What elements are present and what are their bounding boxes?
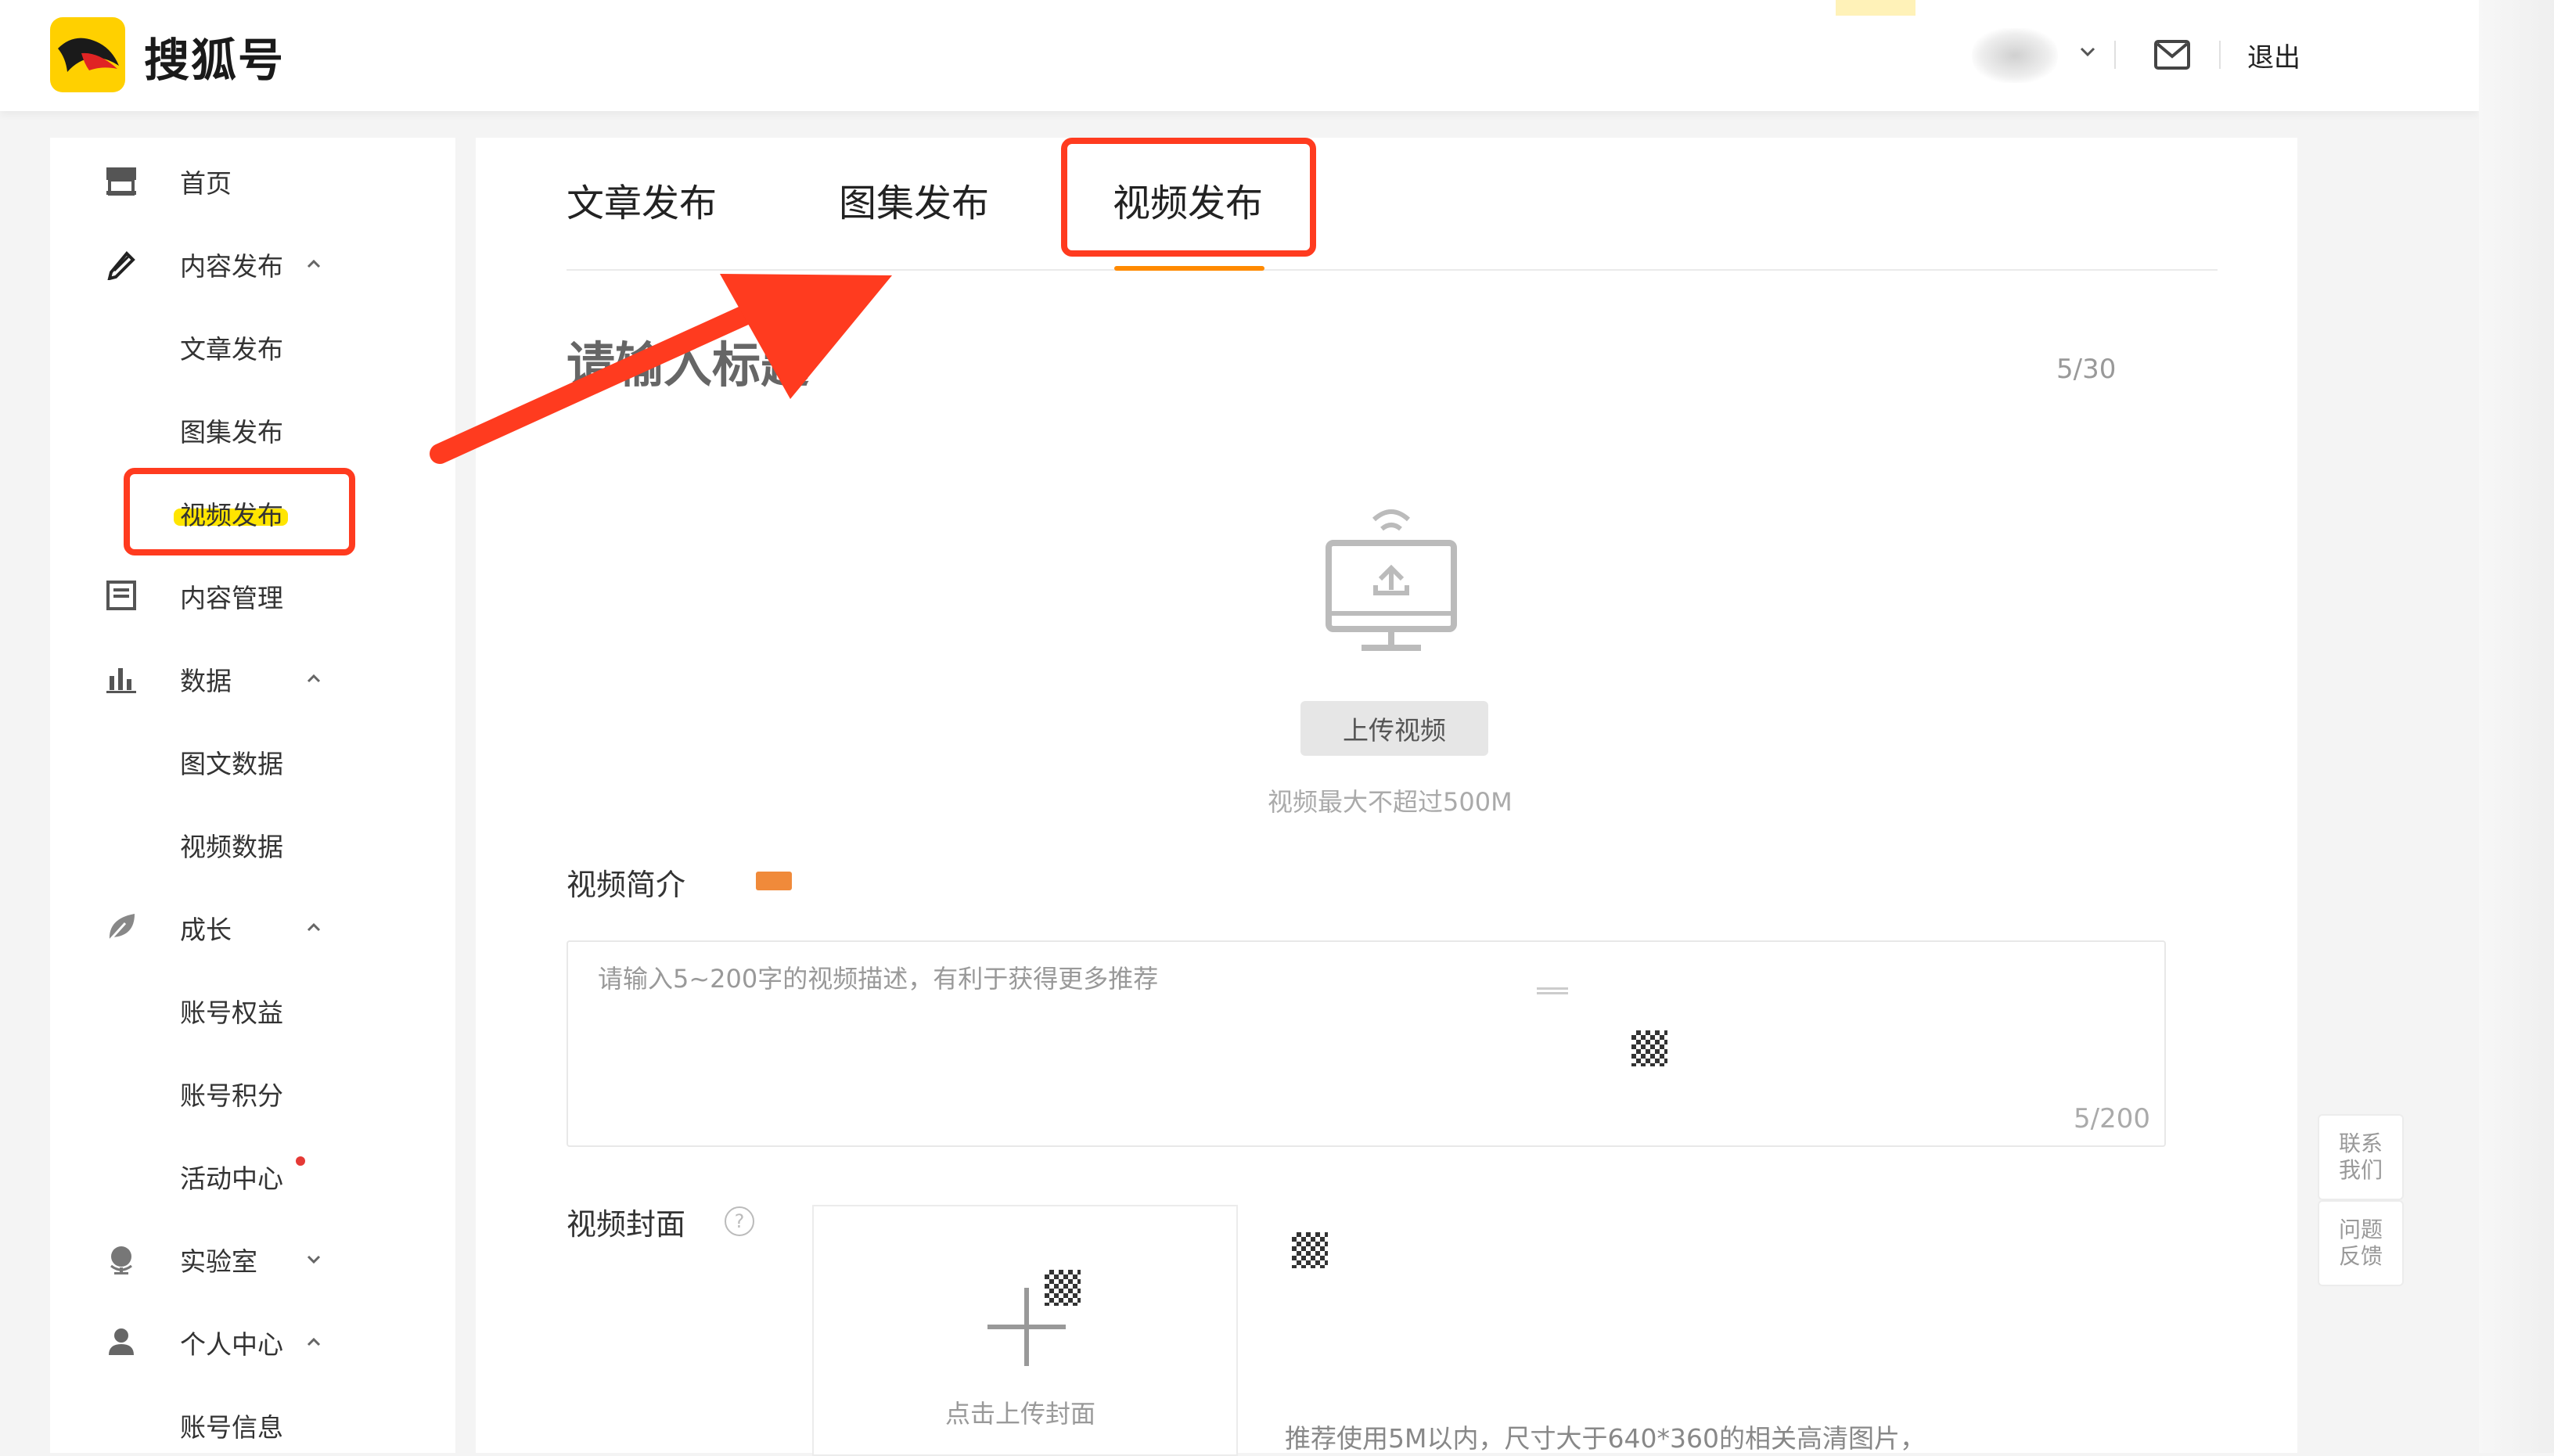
window-edge (2479, 0, 2554, 1453)
upload-video-button[interactable]: 上传视频 (1300, 701, 1488, 756)
sidebar-item-lab[interactable]: 实验室 (50, 1227, 455, 1289)
pen-icon (107, 251, 135, 280)
chevron-up-icon (307, 922, 321, 932)
badge-icon (756, 872, 792, 890)
tab-gallery-publish[interactable]: 图集发布 (839, 172, 989, 227)
resize-mark (1537, 992, 1568, 994)
sidebar-item-label: 账号信息 (180, 1412, 283, 1443)
cover-size-hint: 推荐使用5M以内，尺寸大于640*360的相关高清图片， (1285, 1423, 1926, 1454)
bar-chart-icon (106, 668, 136, 693)
sidebar-item-account-rights[interactable]: 账号权益 (50, 978, 455, 1041)
avatar[interactable] (1972, 28, 2058, 83)
sidebar-item-account-points[interactable]: 账号积分 (50, 1061, 455, 1123)
sidebar-item-label: 文章发布 (180, 334, 283, 365)
cover-upload-label: 点击上传封面 (945, 1399, 1096, 1429)
feedback-label: 问题反馈 (2338, 1217, 2383, 1269)
upload-size-hint: 视频最大不超过500M (1268, 787, 1513, 817)
sidebar-item-label: 账号积分 (180, 1080, 283, 1111)
leaf-icon (108, 914, 135, 942)
annotation-highlight-box (124, 468, 355, 555)
top-header: 搜狐号 退出 (0, 0, 2479, 111)
help-icon[interactable]: ? (725, 1206, 754, 1236)
chevron-down-icon[interactable] (2077, 41, 2099, 63)
document-icon (106, 581, 136, 610)
globe-icon (110, 1246, 132, 1274)
sohu-logo-icon[interactable] (50, 17, 125, 92)
sidebar-item-label: 内容管理 (180, 583, 283, 613)
sidebar-item-label: 实验室 (180, 1246, 257, 1277)
sidebar-item-video-data[interactable]: 视频数据 (50, 812, 455, 875)
chevron-up-icon (307, 1337, 321, 1346)
sidebar-item-content-publish[interactable]: 内容发布 (50, 232, 455, 294)
sidebar-item-label: 账号权益 (180, 998, 283, 1028)
sidebar-item-label: 数据 (180, 666, 232, 696)
sidebar-item-label: 图文数据 (180, 749, 283, 779)
storefront-icon (106, 167, 136, 196)
qr-code-icon (1629, 1028, 1670, 1069)
sidebar-item-label: 首页 (180, 168, 232, 199)
sidebar-item-label: 活动中心 (180, 1163, 283, 1194)
qr-code-icon (1290, 1230, 1330, 1271)
resize-mark (1537, 987, 1568, 990)
sidebar: 首页 内容发布 文章发布 图集发布 视频发布 内容管理 数据 图文数据 视频数据… (50, 138, 455, 1453)
chevron-up-icon (307, 674, 321, 683)
brand-name: 搜狐号 (144, 34, 286, 87)
logout-link[interactable]: 退出 (2247, 36, 2300, 74)
sidebar-item-label: 图集发布 (180, 417, 283, 448)
cover-upload-area[interactable]: 点击上传封面 (812, 1205, 1238, 1456)
sidebar-item-account-info[interactable]: 账号信息 (50, 1393, 455, 1455)
sidebar-item-article-publish[interactable]: 文章发布 (50, 315, 455, 377)
header-accent-strip (1836, 0, 1916, 16)
chevron-down-icon (307, 1255, 321, 1264)
qr-code-icon (1042, 1267, 1083, 1308)
sidebar-item-label: 内容发布 (180, 251, 283, 282)
annotation-arrow-icon (430, 274, 892, 464)
mail-icon[interactable] (2153, 39, 2191, 70)
description-label: 视频简介 (567, 868, 686, 902)
contact-us-button[interactable]: 联系我们 (2318, 1114, 2404, 1200)
active-tab-indicator (1114, 266, 1264, 271)
feedback-button[interactable]: 问题反馈 (2318, 1200, 2404, 1286)
notification-dot (296, 1156, 305, 1166)
chevron-up-icon (307, 259, 321, 268)
sidebar-item-data[interactable]: 数据 (50, 646, 455, 709)
header-divider (2219, 41, 2221, 69)
description-placeholder: 请输入5~200字的视频描述，有利于获得更多推荐 (598, 964, 1159, 994)
description-char-count: 5/200 (2074, 1103, 2150, 1134)
user-icon (109, 1328, 134, 1355)
annotation-highlight-box (1061, 138, 1316, 257)
sidebar-item-growth[interactable]: 成长 (50, 895, 455, 958)
tab-article-publish[interactable]: 文章发布 (567, 172, 717, 227)
description-textarea[interactable]: 请输入5~200字的视频描述，有利于获得更多推荐 5/200 (567, 940, 2166, 1147)
sidebar-item-label: 个人中心 (180, 1329, 283, 1360)
sidebar-item-article-data[interactable]: 图文数据 (50, 729, 455, 792)
cover-label: 视频封面 (567, 1207, 686, 1242)
sidebar-item-activity-center[interactable]: 活动中心 (50, 1144, 455, 1206)
header-divider (2114, 41, 2116, 69)
contact-us-label: 联系我们 (2338, 1131, 2383, 1183)
sidebar-item-content-manage[interactable]: 内容管理 (50, 563, 455, 626)
upload-monitor-icon[interactable] (1313, 498, 1469, 654)
sidebar-item-label: 成长 (180, 915, 232, 945)
sidebar-item-label: 视频数据 (180, 832, 283, 862)
title-char-count: 5/30 (2056, 354, 2117, 385)
sidebar-item-personal-center[interactable]: 个人中心 (50, 1310, 455, 1372)
sidebar-item-home[interactable]: 首页 (50, 149, 455, 211)
sidebar-item-gallery-publish[interactable]: 图集发布 (50, 397, 455, 460)
